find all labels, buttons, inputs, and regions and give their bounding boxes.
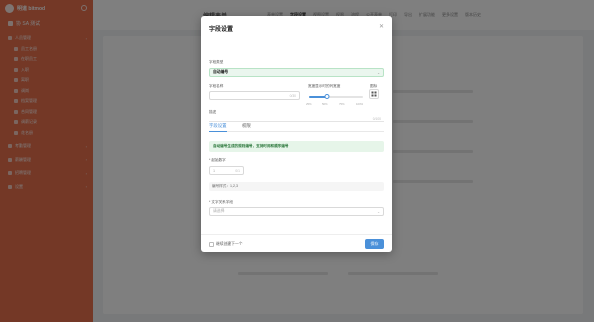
width-mark: 100% (356, 102, 364, 106)
format-field-placeholder: 请选择 (213, 209, 225, 213)
continue-label: 继续创建下一个 (216, 242, 243, 246)
notice-banner: 自动编号生成的规则编号，支持时间和顺序编号 (209, 141, 384, 152)
icon-picker-button[interactable] (369, 89, 379, 99)
format-field-select[interactable]: 请选择 ⌄ (209, 207, 384, 216)
field-settings-dialog: 字段设置 ✕ 字段类型 自动编号 ⌄ 字段名称 0/30 宽度显示时的列宽度 2… (201, 16, 392, 252)
tab-field-settings[interactable]: 字段设置 (209, 123, 227, 129)
field-type-label: 字段类型 (209, 60, 224, 64)
description-counter: 0/100 (372, 116, 381, 121)
grid-icon (371, 91, 377, 97)
width-label: 宽度显示时的列宽度 (308, 84, 341, 88)
start-number-input[interactable]: 1 0/1 (209, 166, 244, 175)
field-name-label: 字段名称 (209, 84, 224, 88)
continue-checkbox[interactable] (209, 241, 214, 247)
width-mark: 50% (322, 102, 328, 106)
close-icon[interactable]: ✕ (379, 23, 384, 30)
width-mark: 25% (306, 102, 312, 106)
start-number-label: * 起始数字 (209, 158, 226, 162)
format-example-text: 编号样式：1,2,3 (212, 184, 238, 188)
field-name-counter: 0/30 (289, 93, 296, 98)
chevron-down-icon: ⌄ (377, 70, 380, 75)
tab-permissions[interactable]: 权限 (242, 123, 251, 129)
save-button[interactable]: 保存 (365, 239, 384, 249)
start-number-counter: 0/1 (235, 168, 240, 173)
dialog-title: 字段设置 (209, 27, 234, 33)
dialog-footer: 继续创建下一个 保存 (201, 234, 392, 252)
description-label: 描述 (209, 110, 217, 114)
width-mark: 75% (339, 102, 345, 106)
field-type-value: 自动编号 (213, 70, 229, 74)
active-tab-indicator (209, 130, 227, 132)
format-example: 编号样式：1,2,3 (209, 182, 384, 191)
start-number-placeholder: 1 (213, 168, 216, 173)
dialog-tabs: 字段设置 权限 (209, 122, 384, 132)
chevron-down-icon: ⌄ (377, 209, 380, 214)
notice-text: 自动编号生成的规则编号，支持时间和顺序编号 (213, 144, 289, 148)
field-type-select[interactable]: 自动编号 ⌄ (209, 68, 384, 77)
field-name-input[interactable]: 0/30 (209, 91, 300, 100)
slider-handle[interactable] (324, 94, 330, 99)
format-field-label: * 文字关系字段 (209, 200, 233, 204)
width-slider[interactable] (309, 94, 363, 99)
